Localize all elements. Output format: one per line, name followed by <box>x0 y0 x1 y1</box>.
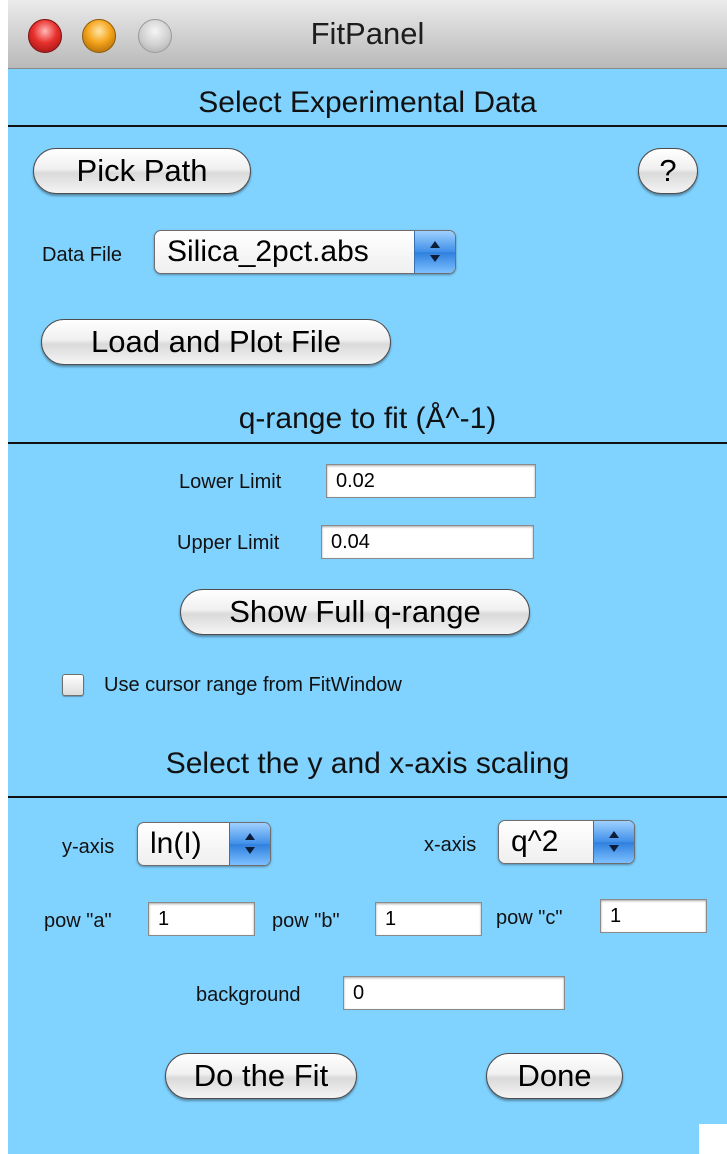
data-file-popup[interactable]: Silica_2pct.abs <box>154 230 456 274</box>
popup-arrows-icon <box>593 821 634 863</box>
data-file-value: Silica_2pct.abs <box>167 235 369 268</box>
y-axis-value: ln(I) <box>150 827 202 860</box>
section-divider <box>8 125 727 127</box>
pow-b-field[interactable]: 1 <box>375 902 482 936</box>
pow-a-field[interactable]: 1 <box>148 902 255 936</box>
window-title: FitPanel <box>310 16 425 51</box>
experimental-data-header: Select Experimental Data <box>198 86 537 119</box>
pick-path-button[interactable]: Pick Path <box>33 148 251 194</box>
help-button[interactable]: ? <box>638 148 698 194</box>
load-and-plot-button[interactable]: Load and Plot File <box>41 319 391 365</box>
section-divider <box>8 442 727 444</box>
x-axis-label: x-axis <box>424 834 477 856</box>
q-range-header: q-range to fit (Å^-1) <box>238 402 497 435</box>
lower-limit-label: Lower Limit <box>179 471 282 493</box>
done-button[interactable]: Done <box>486 1053 623 1099</box>
show-full-q-range-button[interactable]: Show Full q-range <box>180 589 530 635</box>
x-axis-value: q^2 <box>511 825 559 858</box>
x-axis-popup[interactable]: q^2 <box>498 820 635 864</box>
fit-panel-window: FitPanel Select Experimental Data Pick P… <box>8 0 727 1154</box>
lower-limit-field[interactable]: 0.02 <box>326 464 536 498</box>
pow-b-label: pow "b" <box>272 910 340 932</box>
pow-c-field[interactable]: 1 <box>600 899 707 933</box>
upper-limit-field[interactable]: 0.04 <box>321 525 534 559</box>
do-the-fit-button[interactable]: Do the Fit <box>165 1053 357 1099</box>
y-axis-popup[interactable]: ln(I) <box>137 822 271 866</box>
popup-arrows-icon <box>229 823 270 865</box>
upper-limit-label: Upper Limit <box>177 532 280 554</box>
window-corner <box>699 1124 727 1154</box>
pow-c-label: pow "c" <box>496 907 563 929</box>
popup-arrows-icon <box>414 231 455 273</box>
cursor-range-checkbox[interactable] <box>62 674 84 696</box>
pow-a-label: pow "a" <box>44 910 112 932</box>
data-file-label: Data File <box>42 244 123 266</box>
background-field[interactable]: 0 <box>343 976 565 1010</box>
axis-scaling-header: Select the y and x-axis scaling <box>165 747 570 780</box>
title-bar: FitPanel <box>8 0 727 69</box>
cursor-range-label: Use cursor range from FitWindow <box>104 674 402 696</box>
section-divider <box>8 796 727 798</box>
y-axis-label: y-axis <box>62 836 115 858</box>
background-label: background <box>196 984 301 1006</box>
